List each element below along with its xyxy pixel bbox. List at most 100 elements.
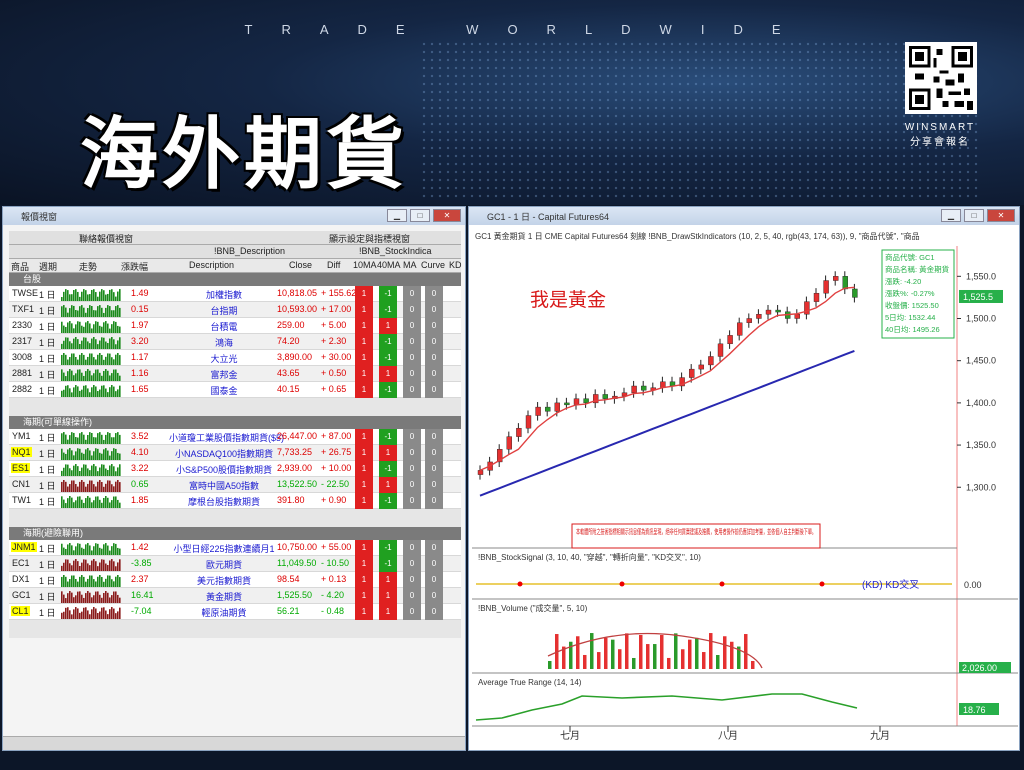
signal-40ma: -1 bbox=[379, 556, 397, 572]
table-row[interactable]: TW1 1 日 1.85 摩根台股指數期貨 391.80 + 0.90 1 -1 0 0 bbox=[9, 493, 461, 509]
section-gap bbox=[9, 620, 461, 638]
table-row[interactable]: 2882 1 日 1.65 國泰金 40.15 + 0.65 1 -1 0 0 bbox=[9, 382, 461, 398]
quote-window-titlebar[interactable]: 報價視窗 ▁ □ ✕ bbox=[3, 207, 465, 225]
table-row[interactable]: ES1 1 日 3.22 小S&P500股價指數期貨 2,939.00 + 10.00 1-… bbox=[9, 461, 461, 477]
candle-body bbox=[775, 309, 781, 313]
signal-40ma: 1 bbox=[379, 318, 397, 334]
table-row[interactable]: JNM1 1 日 1.42 小型日經225指數連續月1 10,750.00 + 55.00… bbox=[9, 540, 461, 556]
row-symbol: 2882 bbox=[12, 384, 33, 394]
signal-ma: 0 bbox=[403, 286, 421, 302]
table-row[interactable]: YM1 1 日 3.52 小道瓊工業股價指數期貨($5) 26,447.00 + 87.0… bbox=[9, 429, 461, 445]
signal-10ma: 1 bbox=[355, 588, 373, 604]
candle-body bbox=[506, 436, 512, 450]
signal-ma: 0 bbox=[403, 604, 421, 620]
row-desc: 小型日經225指數連續月1 bbox=[173, 544, 275, 554]
table-row[interactable]: NQ1 1 日 4.10 小NASDAQ100指數期貨 7,733.25 + 26.75 1… bbox=[9, 445, 461, 461]
brand-block: WINSMART 分享會報名 bbox=[880, 120, 1000, 150]
row-close: 43.65 bbox=[277, 368, 300, 378]
row-close: 3,890.00 bbox=[277, 352, 313, 362]
table-row[interactable]: GC1 1 日 16.41 黃金期貨 1,525.50- 4.20 1 1 0 0 bbox=[9, 588, 461, 604]
signal-curve: 0 bbox=[425, 286, 443, 302]
qr-code-icon[interactable] bbox=[905, 42, 977, 114]
col-symbol[interactable]: 商品 bbox=[11, 260, 29, 273]
table-row[interactable]: TXF1 1 日 0.15 台指期 10,593.00 + 17.00 1 -1 0 0 bbox=[9, 302, 461, 318]
signal-label: !BNB_StockSignal (3, 10, 40, "穿越", "轉折向量… bbox=[478, 552, 701, 562]
price-tick-label: 1,300.0 bbox=[966, 482, 996, 492]
col-close[interactable]: Close bbox=[289, 260, 312, 270]
row-desc: 小道瓊工業股價指數期貨($5) bbox=[169, 433, 285, 443]
table-row[interactable]: CN1 1 日 0.65 富時中國A50指數 13,522.50- 22.50 1 1 0 0 bbox=[9, 477, 461, 493]
signal-10ma: 1 bbox=[355, 477, 373, 493]
signal-dot bbox=[517, 581, 523, 587]
table-row[interactable]: 3008 1 日 1.17 大立光 3,890.00 + 30.00 1 -1 0 0 bbox=[9, 350, 461, 366]
volume-bar bbox=[639, 634, 643, 669]
signal-40ma: -1 bbox=[379, 429, 397, 445]
horizontal-scrollbar[interactable] bbox=[3, 736, 465, 750]
display-setting-tab[interactable]: 顯示設定與指標視窗 bbox=[329, 232, 410, 245]
row-period: 1 日 bbox=[39, 497, 56, 507]
signal-10ma: 1 bbox=[355, 540, 373, 556]
row-desc: 台積電 bbox=[210, 322, 238, 332]
candle-body bbox=[535, 406, 541, 416]
row-period: 1 日 bbox=[39, 354, 56, 364]
signal-curve: 0 bbox=[425, 350, 443, 366]
col-curve[interactable]: Curve bbox=[421, 260, 445, 270]
col-amp[interactable]: 漲跌幅 bbox=[121, 260, 148, 273]
col-trend[interactable]: 走勢 bbox=[79, 260, 97, 273]
row-diff: - 22.50 bbox=[321, 479, 350, 489]
signal-ma: 0 bbox=[403, 572, 421, 588]
signal-40ma: 1 bbox=[379, 366, 397, 382]
signal-curve: 0 bbox=[425, 429, 443, 445]
column-headers: 商品 週期 走勢 漲跌幅 Description Close Diff 10MA… bbox=[9, 259, 462, 273]
col-ma[interactable]: MA bbox=[403, 260, 417, 270]
row-desc: 歐元期貨 bbox=[205, 560, 242, 570]
signal-40ma: -1 bbox=[379, 334, 397, 350]
col-kd[interactable]: KD bbox=[449, 260, 462, 270]
sparkline bbox=[61, 305, 121, 317]
candle-body bbox=[544, 406, 551, 412]
volume-bar bbox=[716, 655, 720, 669]
table-row[interactable]: 2881 1 日 1.16 富邦金 43.65 + 0.50 1 1 0 0 bbox=[9, 366, 461, 382]
col-desc[interactable]: Description bbox=[189, 260, 234, 270]
minimize-icon[interactable]: ▁ bbox=[387, 209, 407, 222]
signal-ma: 0 bbox=[403, 429, 421, 445]
window-title: 報價視窗 bbox=[21, 211, 58, 222]
signal-ma: 0 bbox=[403, 382, 421, 398]
info-line: 漲跌: -4.20 bbox=[885, 276, 921, 286]
row-amp: 3.22 bbox=[131, 463, 149, 473]
table-row[interactable]: TWSE 1 日 1.49 加權指數 10,818.05 + 155.62 1 -1 0 0 bbox=[9, 286, 461, 302]
close-icon[interactable]: ✕ bbox=[433, 209, 461, 222]
section-header[interactable]: 海期(避險聯用) bbox=[9, 527, 461, 540]
table-row[interactable]: DX1 1 日 2.37 美元指數期貨 98.54 + 0.13 1 1 0 0 bbox=[9, 572, 461, 588]
table-row[interactable]: EC1 1 日 -3.85 歐元期貨 11,049.50 - 10.50 1 -1 0 0 bbox=[9, 556, 461, 572]
col-period[interactable]: 週期 bbox=[39, 260, 57, 273]
price-tick-label: 1,450.0 bbox=[966, 356, 996, 366]
section-header[interactable]: 海期(可單線操作) bbox=[9, 416, 461, 429]
link-quote-tab[interactable]: 聯絡報價視窗 bbox=[79, 232, 133, 245]
sparkline bbox=[61, 559, 121, 571]
signal-10ma: 1 bbox=[355, 556, 373, 572]
price-tick-label: 1,550.0 bbox=[966, 271, 996, 281]
section-header[interactable]: 台股 bbox=[9, 273, 461, 286]
row-symbol: 2881 bbox=[12, 368, 33, 378]
table-row[interactable]: 2330 1 日 1.97 台積電 259.00 + 5.00 1 1 0 0 bbox=[9, 318, 461, 334]
quote-table: 聯絡報價視窗 顯示設定與指標視窗 !BNB_Description !BNB_S… bbox=[9, 231, 462, 638]
ma40-line bbox=[479, 349, 855, 497]
price-chart[interactable]: 1,550.0 1,500.0 1,450.0 1,400.0 1,350.0 1,300… bbox=[472, 206, 1018, 744]
row-close: 1,525.50 bbox=[277, 590, 313, 600]
atr-label: Average True Range (14, 14) bbox=[478, 678, 582, 687]
signal-10ma: 1 bbox=[355, 350, 373, 366]
col-diff[interactable]: Diff bbox=[327, 260, 340, 270]
row-close: 11,049.50 bbox=[277, 558, 317, 568]
col-40ma[interactable]: 40MA bbox=[377, 260, 401, 270]
sparkline bbox=[61, 321, 121, 333]
table-row[interactable]: CL1 1 日 -7.04 輕原油期貨 56.21- 0.48 1 1 0 0 bbox=[9, 604, 461, 620]
volume-bar bbox=[590, 633, 594, 669]
maximize-icon[interactable]: □ bbox=[410, 209, 430, 222]
table-row[interactable]: 2317 1 日 3.20 鴻海 74.20 + 2.30 1 -1 0 0 bbox=[9, 334, 461, 350]
col-10ma[interactable]: 10MA bbox=[353, 260, 377, 270]
price-tick-label: 1,350.0 bbox=[966, 440, 996, 450]
price-tick-label: 1,400.0 bbox=[966, 398, 996, 408]
row-diff: + 0.65 bbox=[321, 384, 347, 394]
row-diff: + 155.62 bbox=[321, 288, 357, 298]
